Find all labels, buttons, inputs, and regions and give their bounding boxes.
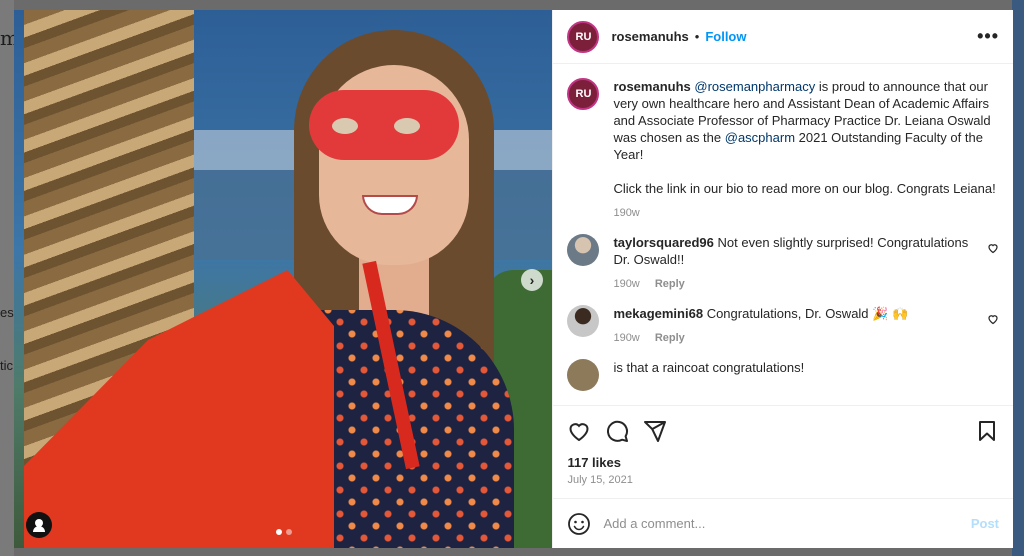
commenter-avatar[interactable]	[567, 359, 600, 391]
comment-time: 190w	[613, 278, 640, 290]
send-icon[interactable]	[643, 419, 667, 443]
post-date[interactable]: July 15, 2021	[553, 470, 1013, 498]
author-username[interactable]: rosemanuhs	[611, 29, 688, 44]
carousel-dot-active	[276, 529, 282, 535]
comment-meta: 190w Reply	[613, 276, 979, 293]
heart-icon[interactable]	[567, 419, 591, 443]
mention-rosemanpharmacy[interactable]: @rosemanpharmacy	[694, 79, 815, 94]
commenter-avatar[interactable]	[567, 305, 600, 337]
tagged-user-icon[interactable]	[26, 512, 52, 538]
photo-eye-right	[394, 118, 420, 134]
post-modal: › RU rosemanuhs • Follow ••• RU rosemanu…	[14, 10, 1013, 548]
likes-count[interactable]: 117 likes	[553, 455, 1013, 470]
bg-text-2: es	[0, 305, 14, 320]
comment-like-heart-icon[interactable]	[987, 313, 999, 325]
post-photo[interactable]: ›	[14, 10, 553, 548]
comment-body: is that a raincoat congratulations!	[613, 359, 999, 376]
comment-meta: 190w Reply	[613, 330, 979, 347]
photo-eye-left	[332, 118, 358, 134]
emoji-icon[interactable]	[567, 512, 591, 536]
follow-button[interactable]: Follow	[705, 29, 746, 44]
caption-body: rosemanuhs @rosemanpharmacy is proud to …	[613, 78, 999, 222]
comment-row: taylorsquared96 Not even slightly surpri…	[567, 234, 999, 293]
commenter-avatar[interactable]	[567, 234, 600, 266]
comment-username[interactable]: taylorsquared96	[613, 235, 713, 250]
comment-row: mekagemini68 Congratulations, Dr. Oswald…	[567, 305, 999, 347]
dot-separator: •	[694, 29, 700, 44]
post-button[interactable]: Post	[971, 516, 999, 531]
caption-paragraph-2: Click the link in our bio to read more o…	[613, 181, 996, 196]
bg-text-3: tic	[0, 358, 13, 373]
comments-list[interactable]: RU rosemanuhs @rosemanpharmacy is proud …	[553, 64, 1013, 405]
comment-username[interactable]: mekagemini68	[613, 306, 703, 321]
comment-like-heart-icon[interactable]	[987, 242, 999, 254]
comment-time: 190w	[613, 332, 640, 344]
chevron-right-icon: ›	[529, 272, 535, 288]
caption-time[interactable]: 190w	[613, 207, 639, 219]
dimmed-right-strip	[1012, 0, 1024, 556]
comment-body: mekagemini68 Congratulations, Dr. Oswald…	[613, 305, 979, 347]
caption-row: RU rosemanuhs @rosemanpharmacy is proud …	[567, 78, 999, 222]
mention-ascpharm[interactable]: @ascpharm	[725, 130, 795, 145]
caption-meta: 190w	[613, 205, 999, 222]
post-header: RU rosemanuhs • Follow •••	[553, 10, 1013, 64]
comment-icon[interactable]	[605, 419, 629, 443]
caption-avatar[interactable]: RU	[567, 78, 600, 110]
add-comment-input[interactable]: Add a comment...	[603, 516, 970, 531]
comment-row-partial: is that a raincoat congratulations!	[567, 359, 999, 391]
carousel-dot	[286, 529, 292, 535]
next-photo-button[interactable]: ›	[521, 269, 543, 291]
caption-username[interactable]: rosemanuhs	[613, 79, 690, 94]
post-side-panel: RU rosemanuhs • Follow ••• RU rosemanuhs…	[552, 10, 1013, 548]
action-bar	[553, 405, 1013, 455]
add-comment-bar: Add a comment... Post	[553, 498, 1013, 548]
comment-text: is that a raincoat congratulations!	[613, 360, 805, 375]
comment-text: Congratulations, Dr. Oswald 🎉 🙌	[706, 306, 909, 321]
more-horizontal-icon[interactable]: •••	[977, 26, 999, 47]
dimmed-left-strip	[0, 0, 14, 556]
comment-body: taylorsquared96 Not even slightly surpri…	[613, 234, 979, 293]
reply-button[interactable]: Reply	[655, 332, 685, 344]
carousel-dots	[276, 529, 292, 535]
reply-button[interactable]: Reply	[655, 278, 685, 290]
avatar[interactable]: RU	[567, 20, 600, 53]
bookmark-icon[interactable]	[975, 419, 999, 443]
